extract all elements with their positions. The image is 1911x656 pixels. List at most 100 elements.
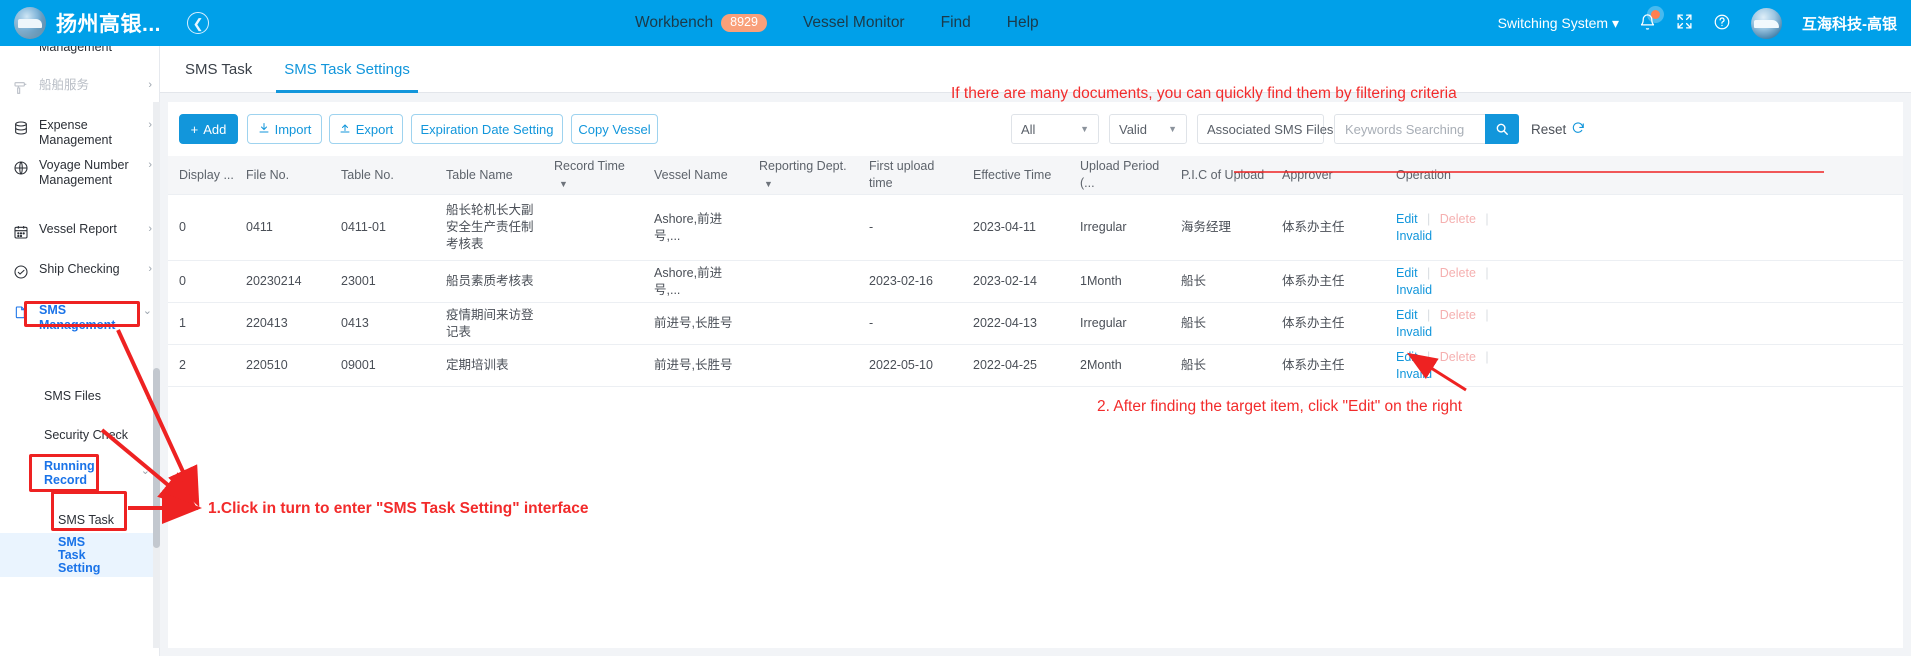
cell-effective-time: 2023-02-14 bbox=[973, 274, 1037, 288]
col-table-name: Table Name bbox=[446, 167, 513, 182]
sidebar-item-management[interactable]: Management bbox=[0, 46, 159, 59]
chevron-left-circle-icon[interactable]: ❮ bbox=[187, 12, 210, 34]
upload-icon bbox=[339, 122, 351, 137]
scope-select[interactable]: All ▼ bbox=[1011, 114, 1099, 144]
col-file-no: File No. bbox=[246, 167, 290, 182]
col-reporting-dept[interactable]: Reporting Dept. ▼ bbox=[753, 158, 863, 193]
cell-file-no: 20230214 bbox=[246, 274, 302, 288]
operation-separator: | bbox=[1427, 349, 1431, 364]
cell-effective-time: 2022-04-25 bbox=[973, 358, 1037, 372]
sidebar-item-sms-task-setting[interactable]: SMS Task Setting bbox=[0, 533, 159, 577]
vertical-scrollbar-thumb[interactable] bbox=[153, 368, 160, 548]
sidebar-item-ship-checking[interactable]: Ship Checking › bbox=[0, 262, 159, 281]
edit-link[interactable]: Edit bbox=[1396, 212, 1418, 226]
import-button[interactable]: Import bbox=[247, 114, 322, 144]
invalid-link[interactable]: Invalid bbox=[1396, 229, 1432, 243]
edit-link[interactable]: Edit bbox=[1396, 308, 1418, 322]
sidebar-item-ship-checking-label: Ship Checking bbox=[39, 262, 120, 276]
col-record-time-label: Record Time bbox=[554, 158, 625, 173]
sidebar-item-ship-service[interactable]: 船舶服务 › bbox=[0, 78, 159, 97]
edit-link[interactable]: Edit bbox=[1396, 350, 1418, 364]
search-input[interactable] bbox=[1334, 114, 1485, 144]
delete-link[interactable]: Delete bbox=[1440, 266, 1476, 280]
cell-pic: 船长 bbox=[1181, 358, 1207, 372]
sidebar-item-sms-task-label: SMS Task bbox=[58, 513, 115, 527]
cell-vessel-name: Ashore,前进号,... bbox=[654, 265, 723, 297]
question-circle-icon[interactable] bbox=[1713, 13, 1731, 34]
cell-approver: 体系办主任 bbox=[1282, 274, 1345, 288]
sidebar-item-sms-management[interactable]: SMS Management ⌄ bbox=[0, 303, 159, 333]
table-row[interactable]: 2 220510 09001 定期培训表 前进号,长胜号 2022-05-10 … bbox=[168, 345, 1903, 387]
nav-item-help[interactable]: Help bbox=[1007, 14, 1039, 32]
invalid-link[interactable]: Invalid bbox=[1396, 325, 1432, 339]
cell-pic: 船长 bbox=[1181, 274, 1207, 288]
sidebar-item-sms-task[interactable]: SMS Task bbox=[0, 511, 159, 529]
chevron-down-icon: ▾ bbox=[1611, 14, 1619, 31]
sidebar-item-ship-service-label: 船舶服务 bbox=[39, 78, 90, 92]
cell-table-no: 09001 bbox=[341, 358, 376, 372]
top-right-actions: Switching System ▾ 互海科技-高银 bbox=[1498, 0, 1897, 46]
switching-system-dropdown[interactable]: Switching System ▾ bbox=[1498, 15, 1619, 32]
globe-icon bbox=[12, 159, 30, 177]
table-row[interactable]: 0 0411 0411-01 船长轮机长大副安全生产责任制考核表 Ashore,… bbox=[168, 195, 1903, 261]
cell-display: 0 bbox=[179, 274, 186, 288]
delete-link[interactable]: Delete bbox=[1440, 212, 1476, 226]
main-nav: Workbench 8929 Vessel Monitor Find Help bbox=[635, 0, 1039, 46]
chevron-right-icon: › bbox=[148, 159, 152, 171]
delete-link[interactable]: Delete bbox=[1440, 350, 1476, 364]
tab-sms-task-settings[interactable]: SMS Task Settings bbox=[276, 46, 418, 93]
sidebar-item-security-check-label: Security Check bbox=[44, 428, 129, 442]
switching-system-label: Switching System bbox=[1497, 14, 1609, 31]
reset-button[interactable]: Reset bbox=[1531, 121, 1585, 138]
table-row[interactable]: 1 220413 0413 疫情期间来访登记表 前进号,长胜号 - 2022-0… bbox=[168, 303, 1903, 345]
expiration-date-setting-button[interactable]: Expiration Date Setting bbox=[411, 114, 563, 144]
avatar[interactable] bbox=[1751, 7, 1782, 39]
col-record-time[interactable]: Record Time ▼ bbox=[548, 158, 648, 193]
operation-separator: | bbox=[1427, 307, 1431, 322]
sidebar-item-expense-management[interactable]: Expense Management › bbox=[0, 118, 159, 148]
scope-select-value: All bbox=[1021, 121, 1036, 137]
cell-upload-period: Irregular bbox=[1080, 316, 1127, 330]
chevron-down-icon: ⌄ bbox=[140, 465, 150, 477]
cell-vessel-name: 前进号,长胜号 bbox=[654, 316, 733, 330]
vertical-scrollbar[interactable] bbox=[153, 102, 160, 648]
app-root: 扬州高银... ❮ Workbench 8929 Vessel Monitor … bbox=[0, 0, 1911, 656]
sidebar-item-sms-files-label: SMS Files bbox=[44, 389, 101, 403]
sidebar-item-vessel-report[interactable]: Vessel Report › bbox=[0, 222, 159, 241]
nav-item-find[interactable]: Find bbox=[941, 14, 971, 32]
cell-table-name: 定期培训表 bbox=[446, 358, 509, 372]
col-pic-of-upload: P.I.C of Upload bbox=[1181, 167, 1265, 182]
bell-icon[interactable] bbox=[1639, 9, 1660, 34]
edit-link[interactable]: Edit bbox=[1396, 266, 1418, 280]
chevron-right-icon: › bbox=[148, 79, 152, 91]
cell-table-no: 23001 bbox=[341, 274, 376, 288]
add-button[interactable]: + Add bbox=[179, 114, 238, 144]
export-button[interactable]: Export bbox=[329, 114, 403, 144]
brand-title: 扬州高银... bbox=[56, 13, 162, 36]
col-operation: Operation bbox=[1396, 167, 1451, 182]
associated-files-select[interactable]: Associated SMS Files ▼ bbox=[1197, 114, 1356, 144]
fullscreen-icon[interactable] bbox=[1676, 13, 1693, 33]
copy-vessel-button[interactable]: Copy Vessel bbox=[571, 114, 658, 144]
sidebar: Management 船舶服务 › Expense Management › V… bbox=[0, 46, 160, 656]
sidebar-item-security-check[interactable]: Security Check bbox=[0, 426, 159, 444]
nav-item-find-label: Find bbox=[940, 14, 971, 31]
sort-caret-icon: ▼ bbox=[559, 178, 568, 189]
sidebar-item-sms-files[interactable]: SMS Files › bbox=[0, 387, 159, 405]
status-select[interactable]: Valid ▼ bbox=[1109, 114, 1187, 144]
nav-item-workbench[interactable]: Workbench 8929 bbox=[635, 14, 767, 32]
database-icon bbox=[12, 119, 30, 137]
sidebar-item-sms-task-setting-label: SMS Task Setting bbox=[58, 534, 101, 575]
operation-separator: | bbox=[1427, 211, 1431, 226]
delete-link[interactable]: Delete bbox=[1440, 308, 1476, 322]
cell-approver: 体系办主任 bbox=[1282, 220, 1345, 234]
nav-item-vessel-monitor[interactable]: Vessel Monitor bbox=[803, 14, 905, 32]
table-row[interactable]: 0 20230214 23001 船员素质考核表 Ashore,前进号,... … bbox=[168, 261, 1903, 303]
search-button[interactable] bbox=[1485, 114, 1519, 144]
col-first-upload-time: First upload time bbox=[869, 159, 935, 190]
tab-sms-task[interactable]: SMS Task bbox=[185, 46, 252, 93]
sidebar-item-running-record[interactable]: Running Record ⌄ bbox=[0, 459, 159, 487]
sidebar-item-voyage-number-management[interactable]: Voyage Number Management › bbox=[0, 158, 159, 188]
invalid-link[interactable]: Invalid bbox=[1396, 283, 1432, 297]
invalid-link[interactable]: Invalid bbox=[1396, 367, 1432, 381]
